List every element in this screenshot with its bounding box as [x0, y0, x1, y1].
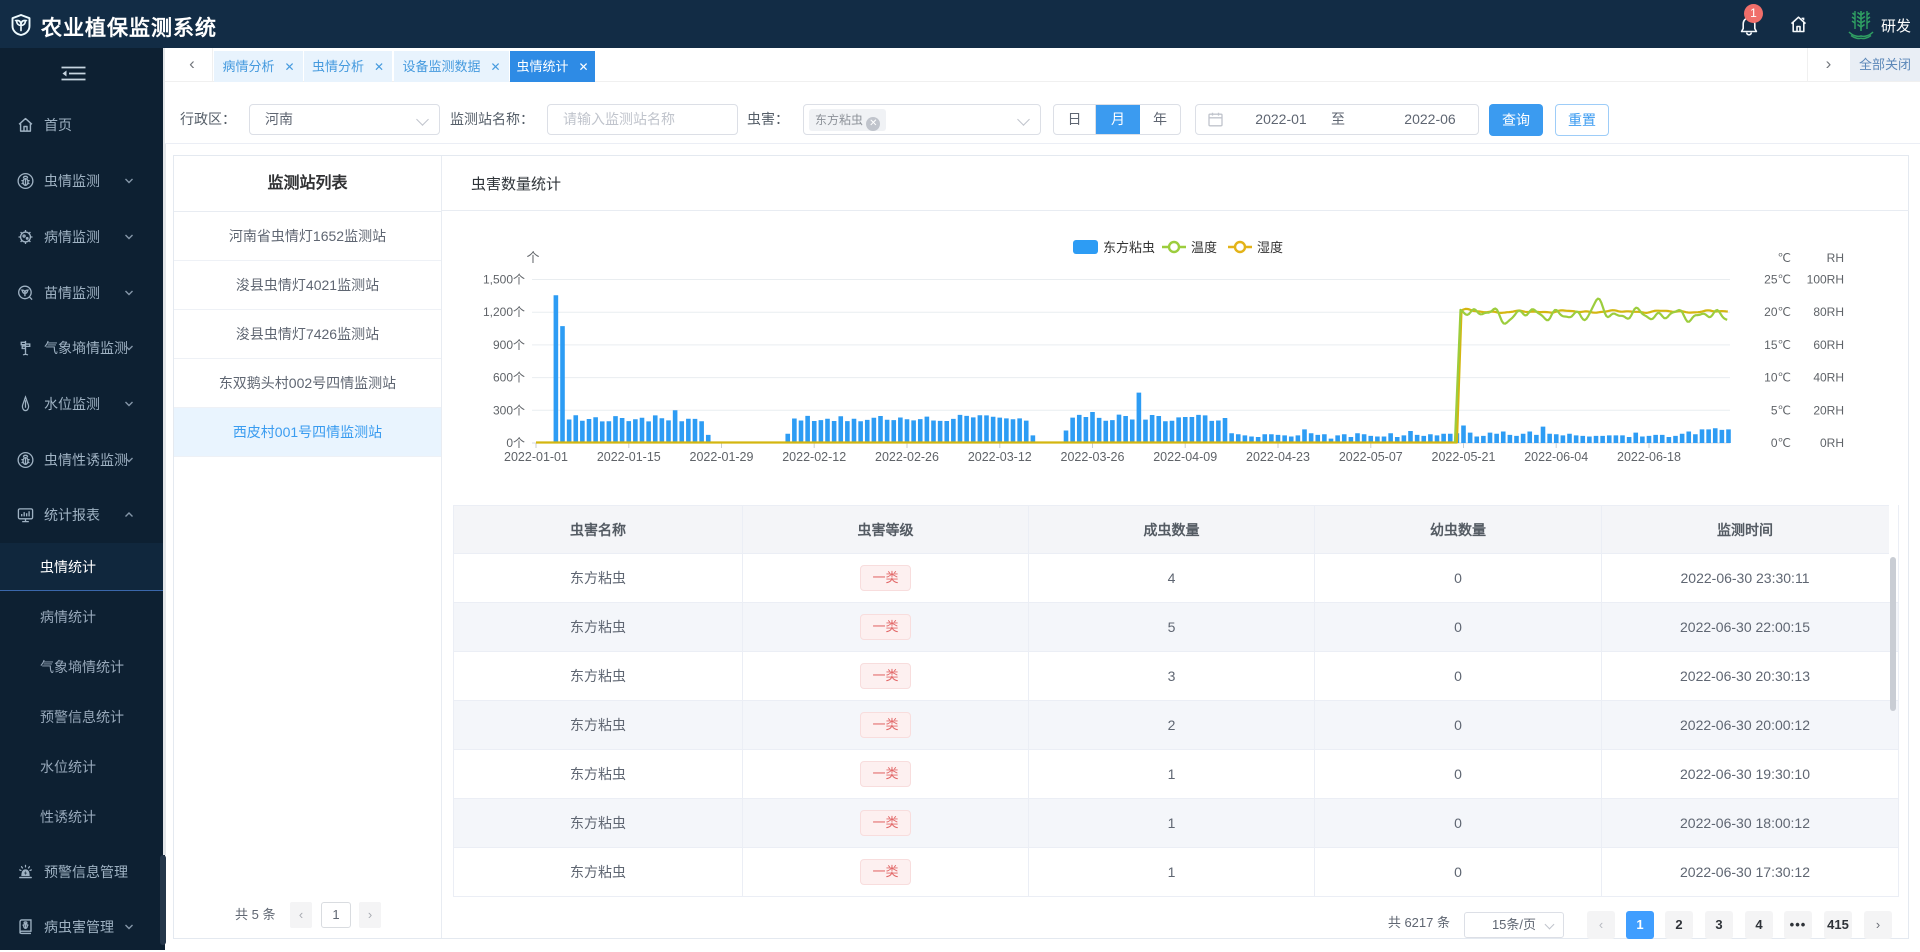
svg-text:2022-01-15: 2022-01-15 [597, 450, 661, 464]
svg-text:2022-06-18: 2022-06-18 [1617, 450, 1681, 464]
svg-text:2022-02-26: 2022-02-26 [875, 450, 939, 464]
svg-text:40RH: 40RH [1813, 371, 1844, 385]
svg-text:0RH: 0RH [1820, 436, 1844, 450]
svg-text:2022-01-01: 2022-01-01 [504, 450, 568, 464]
svg-text:2022-05-21: 2022-05-21 [1432, 450, 1496, 464]
svg-text:60RH: 60RH [1813, 338, 1844, 352]
svg-text:2022-03-26: 2022-03-26 [1061, 450, 1125, 464]
svg-text:0℃: 0℃ [1771, 436, 1791, 450]
svg-text:10℃: 10℃ [1764, 371, 1791, 385]
svg-text:300个: 300个 [493, 403, 525, 417]
svg-text:20℃: 20℃ [1764, 305, 1791, 319]
svg-text:1,500个: 1,500个 [483, 273, 525, 287]
svg-text:15℃: 15℃ [1764, 338, 1791, 352]
svg-text:2022-02-12: 2022-02-12 [782, 450, 846, 464]
svg-text:25℃: 25℃ [1764, 273, 1791, 287]
svg-text:100RH: 100RH [1807, 273, 1844, 287]
svg-text:2022-04-23: 2022-04-23 [1246, 450, 1310, 464]
svg-text:1,200个: 1,200个 [483, 305, 525, 319]
svg-text:80RH: 80RH [1813, 305, 1844, 319]
svg-text:℃: ℃ [1778, 251, 1791, 265]
svg-text:20RH: 20RH [1813, 403, 1844, 417]
svg-text:600个: 600个 [493, 371, 525, 385]
svg-text:2022-03-12: 2022-03-12 [968, 450, 1032, 464]
svg-text:温度: 温度 [1191, 240, 1217, 255]
svg-text:2022-01-29: 2022-01-29 [690, 450, 754, 464]
svg-text:RH: RH [1827, 251, 1844, 265]
svg-text:2022-04-09: 2022-04-09 [1153, 450, 1217, 464]
svg-text:0个: 0个 [506, 436, 525, 450]
svg-text:东方粘虫: 东方粘虫 [1103, 240, 1155, 255]
svg-text:2022-05-07: 2022-05-07 [1339, 450, 1403, 464]
svg-text:2022-06-04: 2022-06-04 [1524, 450, 1588, 464]
svg-text:个: 个 [526, 250, 539, 265]
svg-text:5℃: 5℃ [1771, 403, 1791, 417]
svg-text:湿度: 湿度 [1257, 240, 1283, 255]
svg-text:900个: 900个 [493, 338, 525, 352]
